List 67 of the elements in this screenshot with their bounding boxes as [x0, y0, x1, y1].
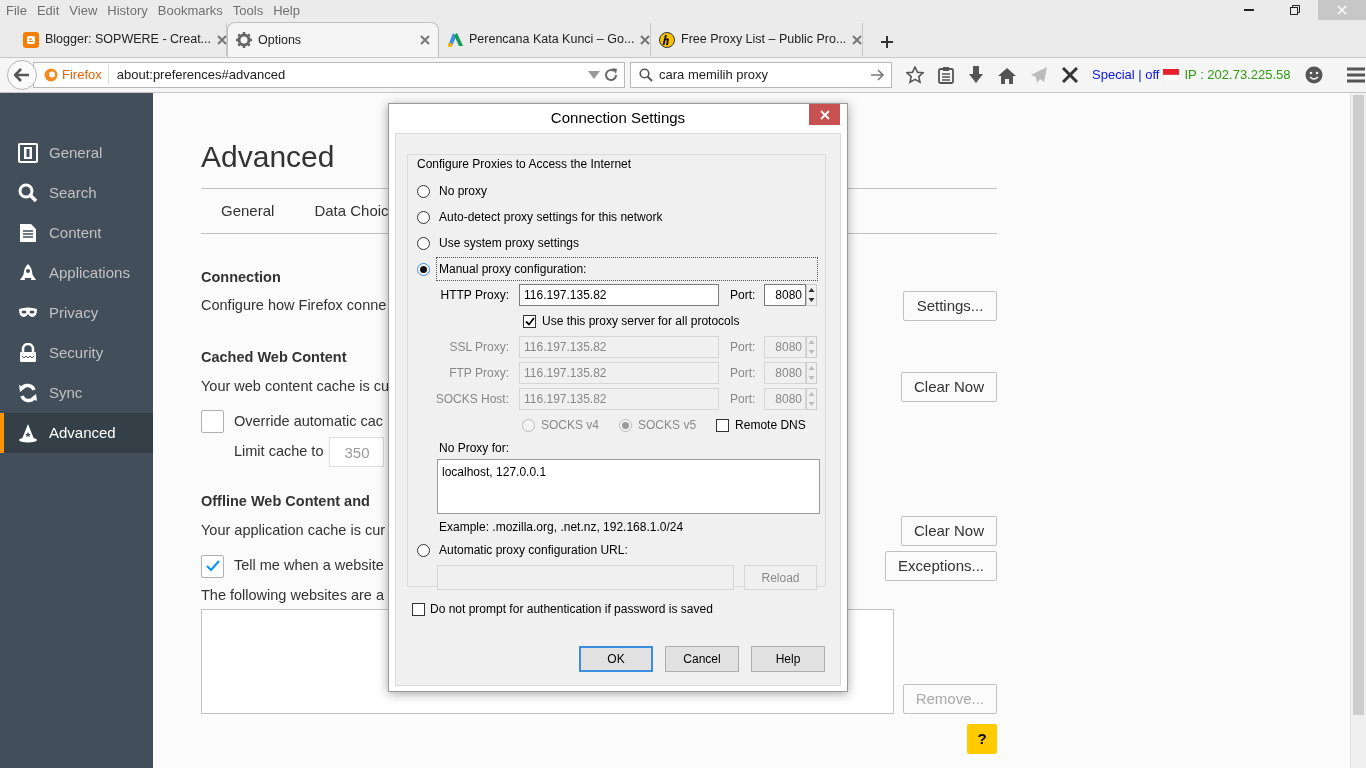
field-label: Port:	[730, 391, 757, 408]
site-identity[interactable]: Firefox	[62, 65, 109, 85]
mode-status[interactable]: Special | off	[1092, 65, 1160, 85]
port-field[interactable]: 8080	[764, 284, 806, 306]
field-label: Port:	[730, 339, 757, 356]
browser-tab[interactable]: Perencana Kata Kunci – Go...	[439, 23, 651, 56]
field-label: Port:	[730, 365, 757, 382]
checkbox-label[interactable]: Remote DNS	[735, 416, 806, 434]
sidebar-item[interactable]: Privacy	[0, 293, 153, 333]
field-label: No Proxy for:	[439, 440, 510, 457]
proxy-field[interactable]: 116.197.135.82	[519, 284, 719, 306]
ip-address: IP : 202.73.225.58	[1184, 66, 1291, 85]
description-text: Your application cache is cur	[201, 521, 386, 541]
clear-button[interactable]: Clear Now	[900, 372, 997, 402]
hint-text: Example: .mozilla.org, .net.nz, 192.168.1.0/24	[439, 519, 684, 536]
browser-tab[interactable]: Options	[227, 22, 439, 57]
page-title: Advanced	[201, 139, 335, 175]
menu-item[interactable]: Edit	[36, 1, 60, 21]
checkbox-label[interactable]: Override automatic cac	[234, 410, 384, 433]
section-heading: Connection	[201, 268, 281, 287]
field-label: FTP Proxy:	[448, 365, 509, 382]
section-tab[interactable]: Data Choic	[314, 195, 389, 227]
sidebar-item[interactable]: Sync	[0, 373, 153, 413]
field-label: SOCKS Host:	[434, 391, 509, 408]
clear-button[interactable]: Clear Now	[900, 516, 997, 546]
checkbox-label[interactable]: Do not prompt for authentication if password is saved	[430, 600, 713, 618]
settings-button[interactable]: Settings...	[903, 291, 997, 321]
menu-item[interactable]: Help	[273, 1, 300, 21]
field-label: HTTP Proxy:	[439, 287, 509, 304]
description-text: The following websites are a	[201, 587, 384, 603]
sidebar-item[interactable]: Security	[0, 333, 153, 373]
help-button[interactable]: ?	[967, 724, 997, 754]
section-heading: Cached Web Content	[201, 348, 347, 367]
field-label: Port:	[730, 287, 757, 304]
radio-label[interactable]: Manual proxy configuration:	[436, 257, 818, 281]
checkbox-label[interactable]: Tell me when a website	[234, 555, 384, 577]
section-tab[interactable]: General	[221, 195, 275, 227]
radio-label[interactable]: Automatic proxy configuration URL:	[436, 538, 631, 562]
dialog-title: Connection Settings	[550, 108, 686, 129]
section-heading: Offline Web Content and	[201, 492, 370, 511]
description-text: Configure how Firefox conne	[201, 296, 387, 316]
menu-item[interactable]: File	[6, 1, 27, 21]
sidebar-item[interactable]: Search	[0, 173, 153, 213]
field-label: SSL Proxy:	[448, 339, 509, 356]
help-button[interactable]: Help	[751, 646, 825, 672]
sidebar-item[interactable]: General	[0, 133, 153, 173]
browser-tab[interactable]: Blogger: SOPWERE - Creat...	[15, 23, 227, 56]
group-title: Configure Proxies to Access the Internet	[415, 157, 634, 172]
sidebar-item[interactable]: Advanced	[0, 413, 153, 453]
menu-item[interactable]: View	[69, 1, 98, 21]
cancel-button[interactable]: Cancel	[665, 646, 739, 672]
sidebar-item[interactable]: Content	[0, 213, 153, 253]
radio-label[interactable]: Auto-detect proxy settings for this network	[436, 205, 666, 229]
radio-label[interactable]: No proxy	[436, 179, 491, 203]
menu-item[interactable]: Bookmarks	[157, 1, 223, 21]
no-proxy-field[interactable]: localhost, 127.0.0.1	[437, 459, 820, 514]
radio-label[interactable]: Use system proxy settings	[436, 231, 583, 255]
sidebar-item[interactable]: Applications	[0, 253, 153, 293]
menu-item[interactable]: Tools	[232, 1, 264, 21]
browser-tab[interactable]: Free Proxy List – Public Pro...	[651, 23, 863, 56]
field-label: Limit cache to	[234, 442, 324, 462]
exceptions-button[interactable]: Exceptions...	[885, 551, 997, 581]
ok-button[interactable]: OK	[579, 646, 653, 672]
description-text: Your web content cache is cu	[201, 377, 390, 397]
url-field[interactable]: about:preferences#advanced	[116, 65, 584, 85]
menu-item[interactable]: History	[107, 1, 148, 21]
checkbox-label[interactable]: Use this proxy server for all protocols	[542, 312, 740, 330]
